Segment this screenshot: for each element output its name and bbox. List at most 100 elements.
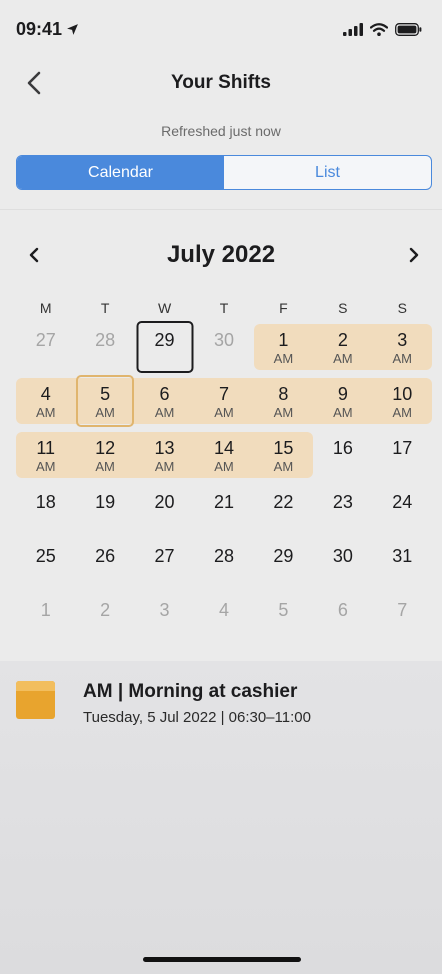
calendar-day[interactable]: 21 [194, 482, 253, 536]
day-number: 31 [392, 546, 413, 566]
calendar-day[interactable]: 25 [16, 536, 75, 590]
calendar-day[interactable]: 23 [313, 482, 372, 536]
weekday-label: W [157, 300, 172, 316]
wifi-icon [370, 22, 388, 36]
calendar-day[interactable]: 7 [373, 590, 432, 644]
home-indicator [143, 957, 301, 962]
calendar-day[interactable]: 6 AM [134, 374, 195, 428]
shift-tag: AM [95, 459, 115, 474]
divider [0, 209, 442, 210]
day-number: 27 [35, 330, 56, 350]
day-number: 7 [218, 384, 229, 404]
day-number: 8 [278, 384, 289, 404]
shift-tag: AM [392, 351, 413, 366]
calendar-day[interactable]: 4 [194, 590, 253, 644]
calendar-day[interactable]: 8 AM [253, 374, 314, 428]
day-number: 21 [213, 492, 234, 512]
location-arrow-icon [67, 23, 78, 35]
calendar-day[interactable]: 2 AM [313, 320, 373, 374]
day-number: 17 [392, 438, 413, 458]
calendar-day[interactable]: 9 AM [313, 374, 373, 428]
calendar-day[interactable]: 10 AM [372, 374, 432, 428]
shift-tag: AM [154, 459, 175, 474]
day-number: 4 [40, 384, 51, 404]
previous-month-button[interactable] [20, 241, 48, 269]
battery-icon [395, 22, 422, 36]
weekday-label: T [219, 300, 229, 316]
back-button[interactable] [18, 67, 50, 99]
weekday-label: F [279, 300, 288, 316]
day-number: 11 [36, 438, 56, 458]
day-number: 13 [154, 438, 175, 458]
day-number: 22 [273, 492, 294, 512]
day-number: 28 [213, 546, 234, 566]
shift-detail-panel: AM | Morning at cashier Tuesday, 5 Jul 2… [0, 661, 442, 974]
day-number: 14 [213, 438, 234, 458]
calendar-day[interactable]: 4 AM [16, 374, 76, 428]
shift-tag: AM [154, 405, 175, 420]
day-number: 6 [337, 600, 348, 620]
calendar-day[interactable]: 29 [254, 536, 313, 590]
day-number: 2 [337, 330, 348, 350]
calendar-day[interactable]: 24 [373, 482, 432, 536]
calendar-day[interactable]: 5 [254, 590, 313, 644]
weekday-header: M T W T F S S [16, 300, 432, 318]
shift-tag: AM [273, 351, 294, 366]
day-number: 26 [95, 546, 116, 566]
tab-calendar[interactable]: Calendar [17, 156, 224, 189]
calendar-day[interactable]: 11 AM [16, 428, 76, 482]
calendar-day[interactable]: 31 [373, 536, 432, 590]
calendar-day[interactable]: 3 [135, 590, 194, 644]
calendar-day[interactable]: 28 [75, 320, 134, 374]
calendar-day[interactable]: 28 [194, 536, 253, 590]
calendar-day[interactable]: 12 AM [75, 428, 135, 482]
tab-list[interactable]: List [224, 156, 431, 189]
shift-list-item[interactable]: AM | Morning at cashier Tuesday, 5 Jul 2… [16, 681, 426, 731]
calendar-day[interactable]: 13 AM [134, 428, 195, 482]
cellular-signal-icon [343, 22, 363, 36]
day-number: 30 [332, 546, 353, 566]
calendar-day[interactable]: 26 [75, 536, 134, 590]
calendar-day[interactable]: 20 [135, 482, 194, 536]
shift-tag: AM [273, 459, 294, 474]
next-month-button[interactable] [400, 241, 428, 269]
shift-tag: AM [392, 405, 413, 420]
calendar-day[interactable]: 7 AM [194, 374, 254, 428]
calendar-day[interactable]: 30 [194, 320, 253, 374]
calendar-day[interactable]: 3 AM [372, 320, 432, 374]
day-number: 5 [278, 600, 289, 620]
month-title: July 2022 [166, 241, 276, 268]
day-number: 1 [40, 600, 51, 620]
weekday-label: S [397, 300, 407, 316]
calendar-day[interactable]: 29 [135, 320, 194, 374]
day-number: 24 [392, 492, 413, 512]
calendar-day[interactable]: 17 [373, 428, 432, 482]
calendar-day[interactable]: 19 [75, 482, 134, 536]
calendar-day[interactable]: 22 [254, 482, 313, 536]
day-number: 15 [273, 438, 294, 458]
day-number: 30 [213, 330, 234, 350]
calendar-grid: 27 28 29 30 1 AM 2 AM 3 AM 4 AM 5 AM 6 AM 7 AM 8 AM 9 AM 10 AM 1… [16, 320, 432, 644]
calendar-day[interactable]: 27 [135, 536, 194, 590]
shift-tag: AM [35, 405, 56, 420]
nav-bar: Your Shifts [0, 58, 442, 108]
day-number: 5 [100, 384, 111, 404]
calendar-day[interactable]: 14 AM [194, 428, 254, 482]
calendar-day[interactable]: 16 [313, 428, 372, 482]
shift-texts: AM | Morning at cashier Tuesday, 5 Jul 2… [83, 681, 311, 731]
calendar-day[interactable]: 27 [16, 320, 75, 374]
refresh-status: Refreshed just now [161, 123, 281, 139]
calendar-day[interactable]: 30 [313, 536, 372, 590]
calendar-day[interactable]: 6 [313, 590, 372, 644]
calendar-day[interactable]: 1 AM [253, 320, 314, 374]
view-toggle: Calendar List [16, 155, 432, 190]
calendar-day[interactable]: 5 AM [75, 374, 135, 428]
weekday-label: M [39, 300, 52, 316]
calendar-day[interactable]: 1 [16, 590, 75, 644]
calendar-day[interactable]: 18 [16, 482, 75, 536]
calendar-day[interactable]: 2 [75, 590, 134, 644]
day-number: 6 [159, 384, 170, 404]
day-number: 19 [95, 492, 116, 512]
day-number: 3 [159, 600, 170, 620]
calendar-day[interactable]: 15 AM [253, 428, 314, 482]
